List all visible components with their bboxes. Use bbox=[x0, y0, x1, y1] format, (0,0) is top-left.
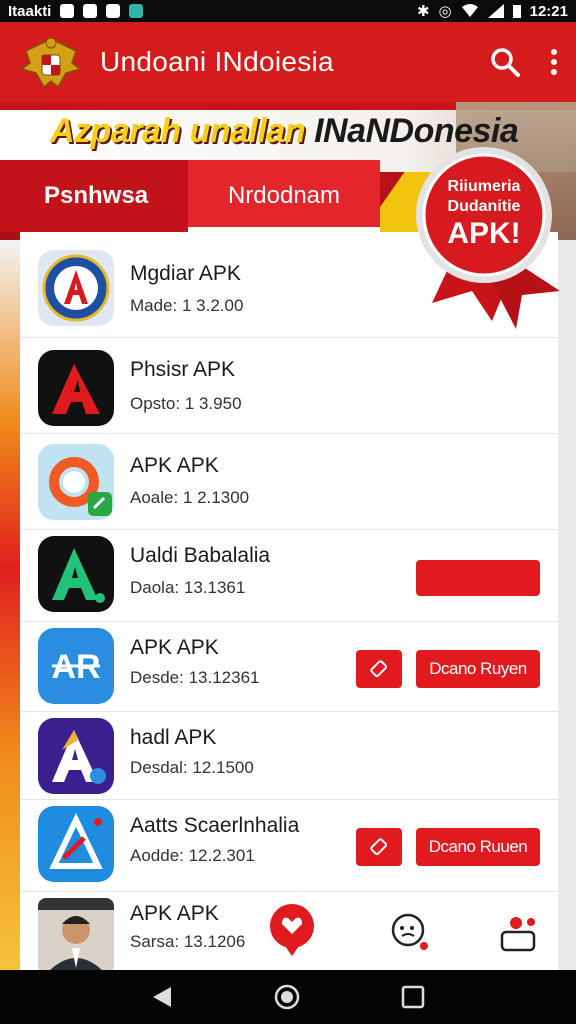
ar-icon: AR bbox=[38, 628, 114, 704]
app-version: Desde: 13.12361 bbox=[130, 668, 260, 687]
app-version: Sarsa: 13.1206 bbox=[130, 932, 246, 951]
clock: 12:21 bbox=[529, 2, 568, 20]
svg-text:Dudanitie: Dudanitie bbox=[448, 198, 521, 215]
sync-icon: ◎ bbox=[438, 3, 452, 20]
app-list: Mgdiar APK Made: 1 3.2.00 Phsisr APK Ops… bbox=[20, 232, 558, 970]
app-name: APK APK bbox=[130, 902, 219, 925]
app-name: Aatts Scaerlnhalia bbox=[130, 814, 300, 837]
svg-text:Riiumeria: Riiumeria bbox=[448, 178, 521, 195]
download-button[interactable]: Dcano Ruuen bbox=[416, 828, 540, 866]
download-button[interactable]: Dcano Ruyen bbox=[416, 650, 540, 688]
tag-icon bbox=[370, 838, 387, 855]
more-vert-icon[interactable] bbox=[550, 48, 558, 76]
list-item[interactable]: APK APK Sarsa: 13.1206 bbox=[20, 892, 558, 970]
app-name: Mgdiar APK bbox=[130, 262, 241, 285]
back-icon[interactable] bbox=[151, 985, 173, 1009]
notification-app-icon bbox=[129, 4, 144, 18]
app-name: APK APK bbox=[130, 454, 219, 477]
person-photo-icon bbox=[38, 898, 114, 970]
signal-icon bbox=[487, 4, 504, 18]
green-a-icon bbox=[38, 536, 114, 612]
emblem-a-icon bbox=[38, 250, 114, 326]
carrier-label: Itaakti bbox=[8, 2, 52, 20]
tab-nrdodnam[interactable]: Nrdodnam bbox=[188, 160, 380, 232]
app-version: Aoale: 1 2.1300 bbox=[130, 488, 250, 507]
system-nav-bar bbox=[0, 970, 576, 1024]
blue-a-icon bbox=[38, 806, 114, 882]
apk-promo-badge[interactable]: Riiumeria Dudanitie APK! bbox=[412, 143, 564, 333]
app-name: APK APK bbox=[130, 636, 219, 659]
app-title: Undoani INdoiesia bbox=[100, 46, 334, 77]
purple-a-icon bbox=[38, 718, 114, 794]
app-version: Made: 1 3.2.00 bbox=[130, 296, 244, 315]
edit-button[interactable] bbox=[356, 650, 402, 688]
app-version: Desdal: 12.1500 bbox=[130, 758, 254, 777]
tab-psnhwsa[interactable]: Psnhwsa bbox=[0, 160, 188, 232]
app-name: Phsisr APK bbox=[130, 358, 236, 381]
tag-icon bbox=[370, 660, 387, 677]
decorative-stripe-right bbox=[558, 240, 576, 970]
red-a-icon bbox=[38, 350, 114, 426]
refresh-arrow-icon bbox=[38, 444, 114, 520]
search-icon[interactable] bbox=[490, 47, 520, 77]
list-item[interactable]: Ualdi Babalalia Daola: 13.1361 bbox=[20, 530, 558, 622]
app-version: Opsto: 1 3.950 bbox=[130, 394, 242, 413]
decorative-stripe-left bbox=[0, 240, 20, 970]
bluetooth-icon: ✱ bbox=[416, 3, 430, 20]
notification-app-icon bbox=[106, 4, 121, 18]
garuda-emblem-icon bbox=[18, 29, 84, 95]
list-item[interactable]: APK APK Aoale: 1 2.1300 bbox=[20, 434, 558, 530]
action-button[interactable] bbox=[416, 560, 540, 596]
list-item[interactable]: Phsisr APK Opsto: 1 3.950 bbox=[20, 338, 558, 434]
battery-icon bbox=[512, 5, 521, 18]
app-name: Ualdi Babalalia bbox=[130, 544, 271, 567]
app-name: hadl APK bbox=[130, 726, 217, 749]
list-item[interactable]: hadl APK Desdal: 12.1500 bbox=[20, 712, 558, 800]
notification-app-icon bbox=[83, 4, 98, 18]
edit-button[interactable] bbox=[356, 828, 402, 866]
recents-icon[interactable] bbox=[401, 985, 425, 1009]
status-bar: Itaakti ✱ ◎ 12:21 bbox=[0, 0, 576, 22]
list-item[interactable]: AR APK APK Desde: 13.12361 Dcano Ruyen bbox=[20, 622, 558, 712]
wifi-icon bbox=[461, 4, 478, 17]
home-icon[interactable] bbox=[274, 984, 300, 1010]
list-item[interactable]: Aatts Scaerlnhalia Aodde: 12.2.301 Dcano… bbox=[20, 800, 558, 892]
svg-text:APK!: APK! bbox=[447, 217, 520, 250]
notification-app-icon bbox=[60, 4, 75, 18]
app-version: Daola: 13.1361 bbox=[130, 578, 246, 597]
app-bar: Undoani INdoiesia bbox=[0, 22, 576, 102]
app-version: Aodde: 12.2.301 bbox=[130, 846, 255, 865]
